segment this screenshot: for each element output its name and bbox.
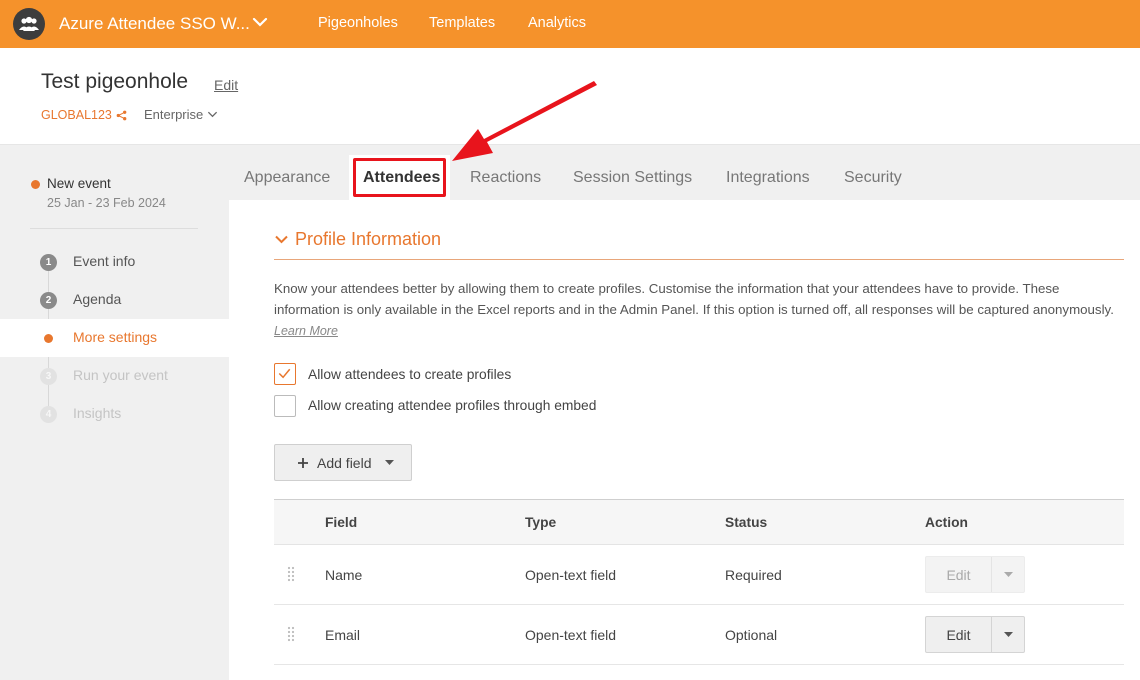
top-bar: Azure Attendee SSO W... Pigeonholes Temp…: [0, 0, 1140, 48]
sidebar-step-event-info[interactable]: 1 Event info: [0, 243, 229, 281]
event-code-text: GLOBAL123: [41, 108, 112, 122]
section-title: Profile Information: [295, 229, 442, 249]
sidebar: New event 25 Jan - 23 Feb 2024 1 Event i…: [0, 145, 229, 680]
step-number: 4: [40, 406, 57, 423]
edit-button[interactable]: Edit: [926, 617, 992, 652]
sidebar-step-agenda[interactable]: 2 Agenda: [0, 281, 229, 319]
tab-security[interactable]: Security: [844, 169, 902, 187]
step-label: Insights: [73, 405, 122, 421]
tab-integrations[interactable]: Integrations: [726, 169, 810, 187]
table-header: Field Type Status Action: [274, 499, 1124, 545]
caret-down-icon: [1003, 631, 1013, 637]
cell-field: Name: [325, 567, 363, 583]
header-status: Status: [725, 515, 768, 530]
allow-profiles-checkbox[interactable]: [274, 363, 296, 385]
step-number: 3: [40, 368, 57, 385]
step-number: 2: [40, 292, 57, 309]
drag-handle-icon[interactable]: [287, 626, 295, 642]
sidebar-step-run-event[interactable]: 3 Run your event: [0, 357, 229, 395]
checkmark-icon: [278, 368, 291, 379]
add-field-label: Add field: [317, 454, 372, 471]
chevron-down-icon: [275, 235, 288, 244]
tab-highlight-box: [353, 158, 446, 197]
nav-templates[interactable]: Templates: [429, 15, 495, 31]
allow-profiles-label[interactable]: Allow attendees to create profiles: [308, 367, 511, 382]
header-field: Field: [325, 515, 358, 530]
table-row: Name Open-text field Required Edit: [274, 545, 1124, 605]
section-description: Know your attendees better by allowing t…: [274, 278, 1124, 342]
sidebar-step-more-settings[interactable]: More settings: [0, 319, 229, 357]
allow-embed-profiles-checkbox[interactable]: [274, 395, 296, 417]
table-row: Email Open-text field Optional Edit: [274, 605, 1124, 665]
event-status-dot: [31, 180, 40, 189]
cell-status: Required: [725, 567, 782, 583]
cell-type: Open-text field: [525, 567, 617, 583]
plan-dropdown[interactable]: Enterprise: [144, 107, 218, 122]
header-action: Action: [925, 515, 968, 530]
edit-email-split-button[interactable]: Edit: [925, 616, 1025, 653]
event-name[interactable]: New event: [47, 176, 111, 191]
section-divider: [274, 259, 1124, 260]
chevron-down-icon[interactable]: [252, 14, 268, 35]
cell-status: Optional: [725, 627, 778, 643]
plan-label: Enterprise: [144, 107, 204, 122]
share-icon[interactable]: [116, 110, 127, 121]
chevron-down-icon: [208, 111, 218, 118]
app-title[interactable]: Azure Attendee SSO W...: [59, 14, 250, 34]
step-label: More settings: [73, 329, 158, 345]
page-header: Test pigeonhole Edit GLOBAL123 Enterpris…: [0, 48, 1140, 145]
add-field-button[interactable]: Add field: [274, 444, 412, 481]
tab-reactions[interactable]: Reactions: [470, 169, 541, 187]
edit-button[interactable]: Edit: [926, 557, 992, 592]
cell-type: Open-text field: [525, 627, 617, 643]
header-type: Type: [525, 515, 557, 530]
allow-embed-profiles-label[interactable]: Allow creating attendee profiles through…: [308, 398, 596, 413]
page-title: Test pigeonhole: [41, 70, 189, 93]
sidebar-divider: [30, 228, 198, 229]
current-step-dot: [44, 334, 53, 343]
nav-pigeonholes[interactable]: Pigeonholes: [318, 15, 398, 31]
edit-name-split-button[interactable]: Edit: [925, 556, 1025, 593]
plus-icon: [298, 457, 308, 468]
caret-down-icon: [1003, 571, 1013, 577]
event-code[interactable]: GLOBAL123: [41, 108, 127, 122]
users-icon[interactable]: [13, 8, 45, 40]
description-text: Know your attendees better by allowing t…: [274, 281, 1114, 317]
step-label: Run your event: [73, 367, 168, 383]
cell-field: Email: [325, 627, 361, 643]
nav-analytics[interactable]: Analytics: [528, 15, 586, 31]
tab-session-settings[interactable]: Session Settings: [573, 169, 692, 187]
edit-options-toggle[interactable]: [992, 557, 1024, 592]
step-number: 1: [40, 254, 57, 271]
section-header[interactable]: Profile Information: [274, 229, 441, 250]
drag-handle-icon[interactable]: [287, 566, 295, 582]
edit-title-link[interactable]: Edit: [214, 77, 238, 93]
caret-down-icon: [385, 459, 395, 465]
step-label: Event info: [73, 253, 136, 269]
sidebar-step-insights[interactable]: 4 Insights: [0, 395, 229, 433]
edit-options-toggle[interactable]: [992, 617, 1024, 652]
event-dates: 25 Jan - 23 Feb 2024: [47, 196, 166, 210]
tab-appearance[interactable]: Appearance: [244, 169, 330, 187]
learn-more-link[interactable]: Learn More: [274, 324, 338, 338]
step-label: Agenda: [73, 291, 122, 307]
